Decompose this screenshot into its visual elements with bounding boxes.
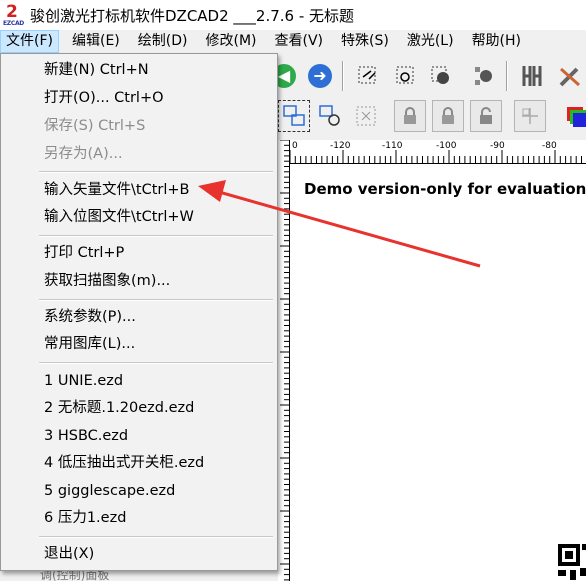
menu-item-new[interactable]: 新建(N) Ctrl+N [44,58,149,82]
menu-separator [39,299,273,301]
menu-item-save[interactable]: 保存(S) Ctrl+S [44,114,145,138]
menu-bar: 文件(F) 编辑(E) 绘制(D) 修改(M) 查看(V) 特殊(S) 激光(L… [0,30,586,53]
menu-item-recent-file[interactable]: 4 低压抽出式开关柜.ezd [44,451,204,475]
forward-icon: ➜ [308,64,332,88]
grid-icon [356,106,376,126]
toolbar-secondary [276,98,586,138]
demo-watermark: Demo version-only for evaluation [304,180,586,198]
vertical-ruler [278,139,290,581]
menu-item-recent-file[interactable]: 3 HSBC.ezd [44,424,128,448]
ruler-label: -110 [382,141,403,151]
file-menu-dropdown: 新建(N) Ctrl+N 打开(O)... Ctrl+O 保存(S) Ctrl+… [0,53,278,571]
select-point-icon [475,67,492,85]
grid-button[interactable] [350,100,382,132]
select-group-icon [396,66,414,84]
vertical-ruler-ticks [280,139,290,581]
menu-item-print[interactable]: 打印 Ctrl+P [44,241,124,265]
menu-modify[interactable]: 修改(M) [200,30,261,53]
tool-icon [559,67,580,87]
menu-separator [39,362,273,364]
color-icon [567,107,586,127]
hidden-panel-text: 调(控制)面板 [40,570,110,581]
menu-file[interactable]: 文件(F) [0,30,59,53]
hatch-button[interactable] [516,60,548,92]
menu-item-recent-file[interactable]: 5 gigglescape.ezd [44,479,175,503]
ruler-label: 0 [292,141,298,151]
menu-special[interactable]: 特殊(S) [336,30,394,53]
unlock-button[interactable] [432,100,464,132]
lock-button[interactable] [394,100,426,132]
menu-view[interactable]: 查看(V) [270,30,329,53]
title-bar: 2 EZCAD 骏创激光打标机软件DZCAD2 ___2.7.6 - 无标题 [0,0,586,30]
forward-button[interactable]: ➜ [304,60,336,92]
tool-button[interactable] [554,60,586,92]
rotate-select-button[interactable] [314,100,346,132]
menu-item-save-as[interactable]: 另存为(A)... [44,142,123,166]
menu-item-exit[interactable]: 退出(X) [44,542,94,566]
align-button[interactable] [514,100,546,132]
menu-laser[interactable]: 激光(L) [402,30,459,53]
hatch-icon [522,66,542,86]
align-icon [522,108,538,124]
select-group-button[interactable] [390,60,422,92]
lock-icon [404,107,416,124]
toolbar-separator [506,61,508,91]
ruler-label: -100 [436,141,457,151]
menu-separator [39,235,273,237]
toolbar-main: ◀ ➜ [272,56,586,96]
group-select-button[interactable] [278,100,310,132]
menu-item-scan[interactable]: 获取扫描图象(m)... [44,269,170,293]
menu-separator [39,536,273,538]
select-fill-button[interactable] [426,60,458,92]
app-logo-caption: EZCAD [3,20,24,27]
menu-separator [39,171,273,173]
lock-all-button[interactable] [470,100,502,132]
menu-item-open[interactable]: 打开(O)... Ctrl+O [44,86,164,110]
ruler-label: -90 [490,141,505,151]
toolbar-separator [342,61,344,91]
menu-help[interactable]: 帮助(H) [467,30,526,53]
app-logo-glyph: 2 [6,2,18,22]
group-select-icon [283,105,305,126]
color-button[interactable] [560,100,586,132]
menu-item-library[interactable]: 常用图库(L)... [44,332,135,356]
window-title: 骏创激光打标机软件DZCAD2 ___2.7.6 - 无标题 [30,6,355,25]
rotate-select-icon [319,105,340,126]
menu-edit[interactable]: 编辑(E) [67,30,125,53]
menu-draw[interactable]: 绘制(D) [133,30,193,53]
menu-item-system-params[interactable]: 系统参数(P)... [44,305,136,329]
menu-item-import-bitmap[interactable]: 输入位图文件\tCtrl+W [44,205,194,229]
ruler-label: -120 [330,141,351,151]
ruler-label: -80 [542,141,557,151]
select-point-button[interactable] [468,60,500,92]
menu-item-import-vector[interactable]: 输入矢量文件\tCtrl+B [44,178,189,202]
menu-item-recent-file[interactable]: 2 无标题.1.20ezd.ezd [44,396,194,420]
menu-item-recent-file[interactable]: 1 UNIE.ezd [44,369,123,393]
select-node-icon [358,66,376,84]
qr-code-icon [558,544,586,580]
menu-item-recent-file[interactable]: 6 压力1.ezd [44,506,126,530]
lock-all-icon [480,107,492,124]
unlock-icon [442,107,454,124]
horizontal-ruler: 0 -120 -110 -100 -90 -80 [290,140,586,164]
drawing-canvas[interactable] [290,142,586,581]
hidden-panel-strip: 调(控制)面板 [0,570,278,581]
select-node-button[interactable] [352,60,384,92]
app-logo-icon: 2 EZCAD [3,2,25,27]
select-fill-icon [431,66,449,84]
